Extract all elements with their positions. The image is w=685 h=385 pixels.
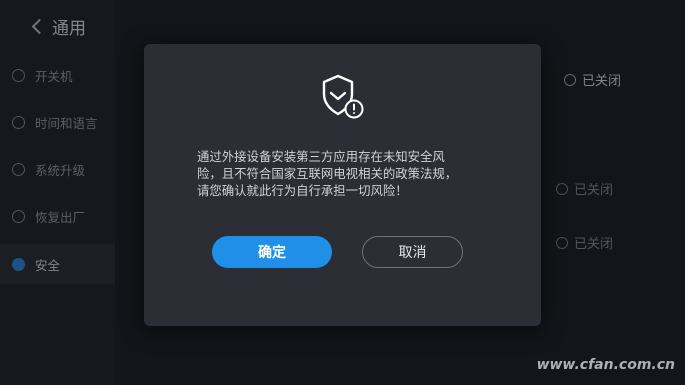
dialog-message: 通过外接设备安装第三方应用存在未知安全风 险，且不符合国家互联网电视相关的政策法…	[197, 149, 458, 198]
confirm-button[interactable]: 确定	[212, 236, 332, 268]
settings-screen: 通用 开关机 时间和语言 系统升级 恢复出厂 安全 已关闭 已关闭 已关闭 通过…	[0, 0, 685, 385]
watermark: www.cfan.com.cn	[536, 357, 675, 373]
shield-warning-icon	[322, 74, 364, 119]
cancel-button[interactable]: 取消	[362, 236, 463, 268]
security-warning-dialog: 通过外接设备安装第三方应用存在未知安全风 险，且不符合国家互联网电视相关的政策法…	[144, 44, 541, 326]
